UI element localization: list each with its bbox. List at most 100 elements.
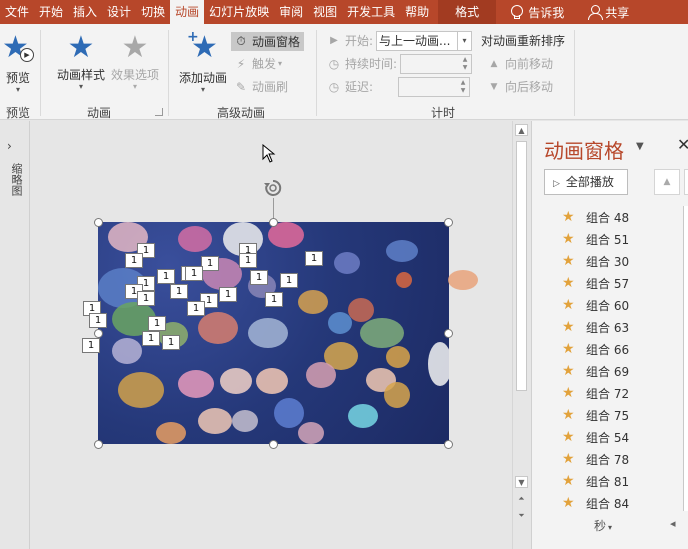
animation-order-tag[interactable]: 1 — [89, 313, 107, 328]
play-all-button[interactable]: ▷ 全部播放 — [544, 169, 628, 195]
start-select[interactable]: 与上一动画... ▾ — [376, 31, 472, 51]
animation-item-label: 组合 54 — [586, 430, 630, 445]
animation-order-tag[interactable]: 1 — [239, 253, 257, 268]
animation-list-item[interactable]: ★ 组合 54 — [562, 426, 688, 448]
resize-handle-top-left[interactable] — [94, 218, 103, 227]
move-later-button[interactable]: ▼ 向后移动 — [486, 78, 553, 95]
animation-order-tag[interactable]: 1 — [157, 269, 175, 284]
animation-order-tag[interactable]: 1 — [219, 287, 237, 302]
animation-order-tag[interactable]: 1 — [250, 270, 268, 285]
arrow-up-icon: ▲ — [490, 58, 498, 69]
animation-list-item[interactable]: ★ 组合 51 — [562, 228, 688, 250]
resize-handle-top[interactable] — [269, 218, 278, 227]
chevron-right-icon[interactable]: › — [7, 139, 12, 153]
animation-list[interactable]: ★ 组合 48 ★ 组合 51 ★ 组合 30 ★ 组合 57 ★ 组合 60 ★ 组合 63 ★ 组合 … — [562, 206, 688, 514]
start-label: ▶ 开始: — [326, 32, 373, 49]
spinner-icon[interactable]: ▲ ▼ — [460, 56, 470, 72]
animation-list-item[interactable]: ★ 组合 81 — [562, 470, 688, 492]
tab-1[interactable]: 开始 — [34, 0, 68, 24]
animation-order-tag[interactable]: 1 — [82, 338, 100, 353]
move-earlier-button[interactable]: ▲ 向前移动 — [486, 55, 553, 72]
play-icon: ▷ — [553, 179, 560, 189]
tab-10[interactable]: 帮助 — [400, 0, 434, 24]
delay-input[interactable]: ▲ ▼ — [398, 77, 470, 97]
animation-order-tag[interactable]: 1 — [305, 251, 323, 266]
tab-6[interactable]: 幻灯片放映 — [204, 0, 274, 24]
tab-4[interactable]: 切换 — [136, 0, 170, 24]
tab-8[interactable]: 视图 — [308, 0, 342, 24]
tab-5[interactable]: 动画 — [170, 0, 205, 24]
animation-item-label: 组合 48 — [586, 210, 630, 225]
resize-handle-bottom-left[interactable] — [94, 440, 103, 449]
tab-format[interactable]: 格式 — [438, 0, 497, 24]
animation-painter-button[interactable]: ✎ 动画刷 — [233, 78, 288, 95]
prev-slide-icon[interactable]: ⏶ — [515, 493, 528, 505]
animation-list-item[interactable]: ★ 组合 48 — [562, 206, 688, 228]
animation-order-tag[interactable]: 1 — [125, 253, 143, 268]
animation-pane-button[interactable]: ⏱ 动画窗格 — [231, 32, 305, 51]
move-later-label: 向后移动 — [505, 80, 554, 94]
animation-list-item[interactable]: ★ 组合 78 — [562, 448, 688, 470]
move-up-icon[interactable]: ▲ — [654, 169, 680, 195]
animation-order-tag[interactable]: 1 — [137, 291, 155, 306]
vertical-scrollbar[interactable]: ▲ ▼ ⏶ ⏷ — [512, 121, 530, 549]
trigger-button[interactable]: ⚡ 触发 ▾ — [233, 55, 282, 72]
tab-7[interactable]: 审阅 — [274, 0, 308, 24]
animation-list-item[interactable]: ★ 组合 69 — [562, 360, 688, 382]
tab-2[interactable]: 插入 — [68, 0, 102, 24]
resize-handle-top-right[interactable] — [444, 218, 453, 227]
animation-list-item[interactable]: ★ 组合 60 — [562, 294, 688, 316]
animation-order-tag[interactable]: 1 — [265, 292, 283, 307]
timeline-unit[interactable]: 秒 ▾ — [594, 517, 612, 534]
animation-order-tag[interactable]: 1 — [170, 284, 188, 299]
resize-handle-right[interactable] — [444, 329, 453, 338]
dialog-launcher-icon[interactable] — [155, 108, 163, 116]
tab-0[interactable]: 文件 — [0, 0, 34, 24]
share-button[interactable]: 共享 — [605, 4, 629, 21]
chevron-left-icon[interactable]: ◂ — [670, 517, 676, 530]
move-down-button[interactable] — [684, 169, 688, 195]
animation-order-tag[interactable]: 1 — [148, 316, 166, 331]
spinner-icon[interactable]: ▲ ▼ — [458, 79, 468, 95]
chevron-down-icon[interactable]: ▾ — [457, 32, 471, 50]
animation-order-tag[interactable]: 1 — [201, 256, 219, 271]
tellme-area[interactable]: 告诉我 共享 — [496, 0, 629, 24]
close-icon[interactable]: ✕ — [677, 135, 688, 154]
animation-list-item[interactable]: ★ 组合 72 — [562, 382, 688, 404]
animation-style-button[interactable]: ★ 动画样式 ▾ — [55, 32, 107, 91]
duration-input[interactable]: ▲ ▼ — [400, 54, 472, 74]
animation-list-item[interactable]: ★ 组合 66 — [562, 338, 688, 360]
pane-scrollbar[interactable] — [683, 206, 688, 511]
star-icon: ★ — [562, 209, 575, 225]
scroll-up-icon[interactable]: ▲ — [515, 124, 528, 136]
animation-order-tag[interactable]: 1 — [187, 301, 205, 316]
preview-button[interactable]: ★ ▶ 预览 ▾ — [2, 32, 34, 94]
animation-list-item[interactable]: ★ 组合 75 — [562, 404, 688, 426]
animation-order-tag[interactable]: 1 — [280, 273, 298, 288]
start-select-value: 与上一动画... — [379, 34, 451, 48]
animation-list-item[interactable]: ★ 组合 63 — [562, 316, 688, 338]
resize-handle-bottom[interactable] — [269, 440, 278, 449]
tab-9[interactable]: 开发工具 — [342, 0, 400, 24]
pane-options-icon[interactable]: ▼ — [636, 141, 644, 152]
thumbnail-strip[interactable]: › 缩略图 — [0, 121, 30, 549]
rotate-handle-icon[interactable] — [263, 178, 283, 198]
add-animation-button[interactable]: ★ + 添加动画 ▾ — [176, 29, 230, 94]
next-slide-icon[interactable]: ⏷ — [515, 510, 528, 522]
animation-order-tag[interactable]: 1 — [142, 331, 160, 346]
animation-list-item[interactable]: ★ 组合 57 — [562, 272, 688, 294]
resize-handle-bottom-right[interactable] — [444, 440, 453, 449]
effect-options-button[interactable]: ★ 效果选项 ▾ — [109, 32, 161, 91]
animation-list-item[interactable]: ★ 组合 84 — [562, 492, 688, 514]
star-icon: ★ — [562, 429, 575, 445]
animation-order-tag[interactable]: 1 — [185, 266, 203, 281]
resize-handle-left[interactable] — [94, 329, 103, 338]
tab-3[interactable]: 设计 — [102, 0, 136, 24]
scrollbar-thumb[interactable] — [516, 141, 527, 391]
animation-list-item[interactable]: ★ 组合 30 — [562, 250, 688, 272]
animation-order-tag[interactable]: 1 — [162, 335, 180, 350]
tellme-label[interactable]: 告诉我 — [528, 4, 564, 21]
chevron-down-icon: ▾ — [278, 59, 283, 68]
animation-pane-label: 动画窗格 — [252, 35, 301, 49]
scroll-down-icon[interactable]: ▼ — [515, 476, 528, 488]
